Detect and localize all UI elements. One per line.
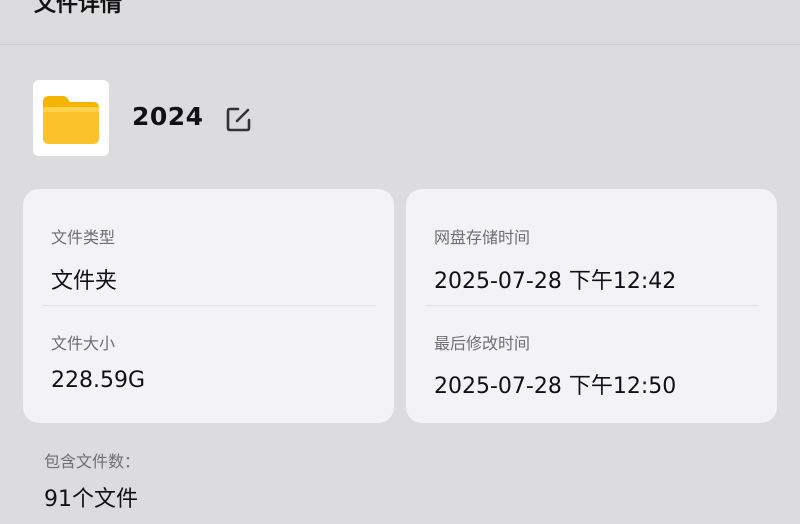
rename-button[interactable] [224, 104, 254, 134]
file-type-value: 文件夹 [51, 269, 118, 294]
file-details-page: 文件详情 2024 文件类型 文件夹 文件大小 228.59G 网盘存储时间 2… [0, 0, 800, 524]
file-size-label: 文件大小 [51, 334, 116, 353]
close-button[interactable] [730, 0, 760, 10]
modified-time-value: 2025-07-28 下午12:50 [434, 374, 677, 399]
folder-name: 2024 [132, 102, 204, 131]
edit-icon [226, 107, 251, 132]
divider [42, 305, 376, 306]
divider [425, 305, 759, 306]
stored-time-label: 网盘存储时间 [434, 228, 531, 247]
file-count-label: 包含文件数： [44, 452, 141, 471]
modified-time-label: 最后修改时间 [434, 334, 531, 353]
page-title: 文件详情 [34, 0, 123, 17]
folder-icon [43, 96, 99, 144]
folder-thumbnail [33, 80, 109, 156]
file-info-card: 文件类型 文件夹 文件大小 228.59G [23, 189, 394, 423]
file-count-value: 91个文件 [44, 487, 138, 512]
header: 文件详情 [0, 0, 800, 45]
file-type-label: 文件类型 [51, 228, 116, 247]
file-size-value: 228.59G [51, 368, 146, 393]
close-icon [730, 0, 760, 10]
time-info-card: 网盘存储时间 2025-07-28 下午12:42 最后修改时间 2025-07… [406, 189, 777, 423]
stored-time-value: 2025-07-28 下午12:42 [434, 269, 677, 294]
